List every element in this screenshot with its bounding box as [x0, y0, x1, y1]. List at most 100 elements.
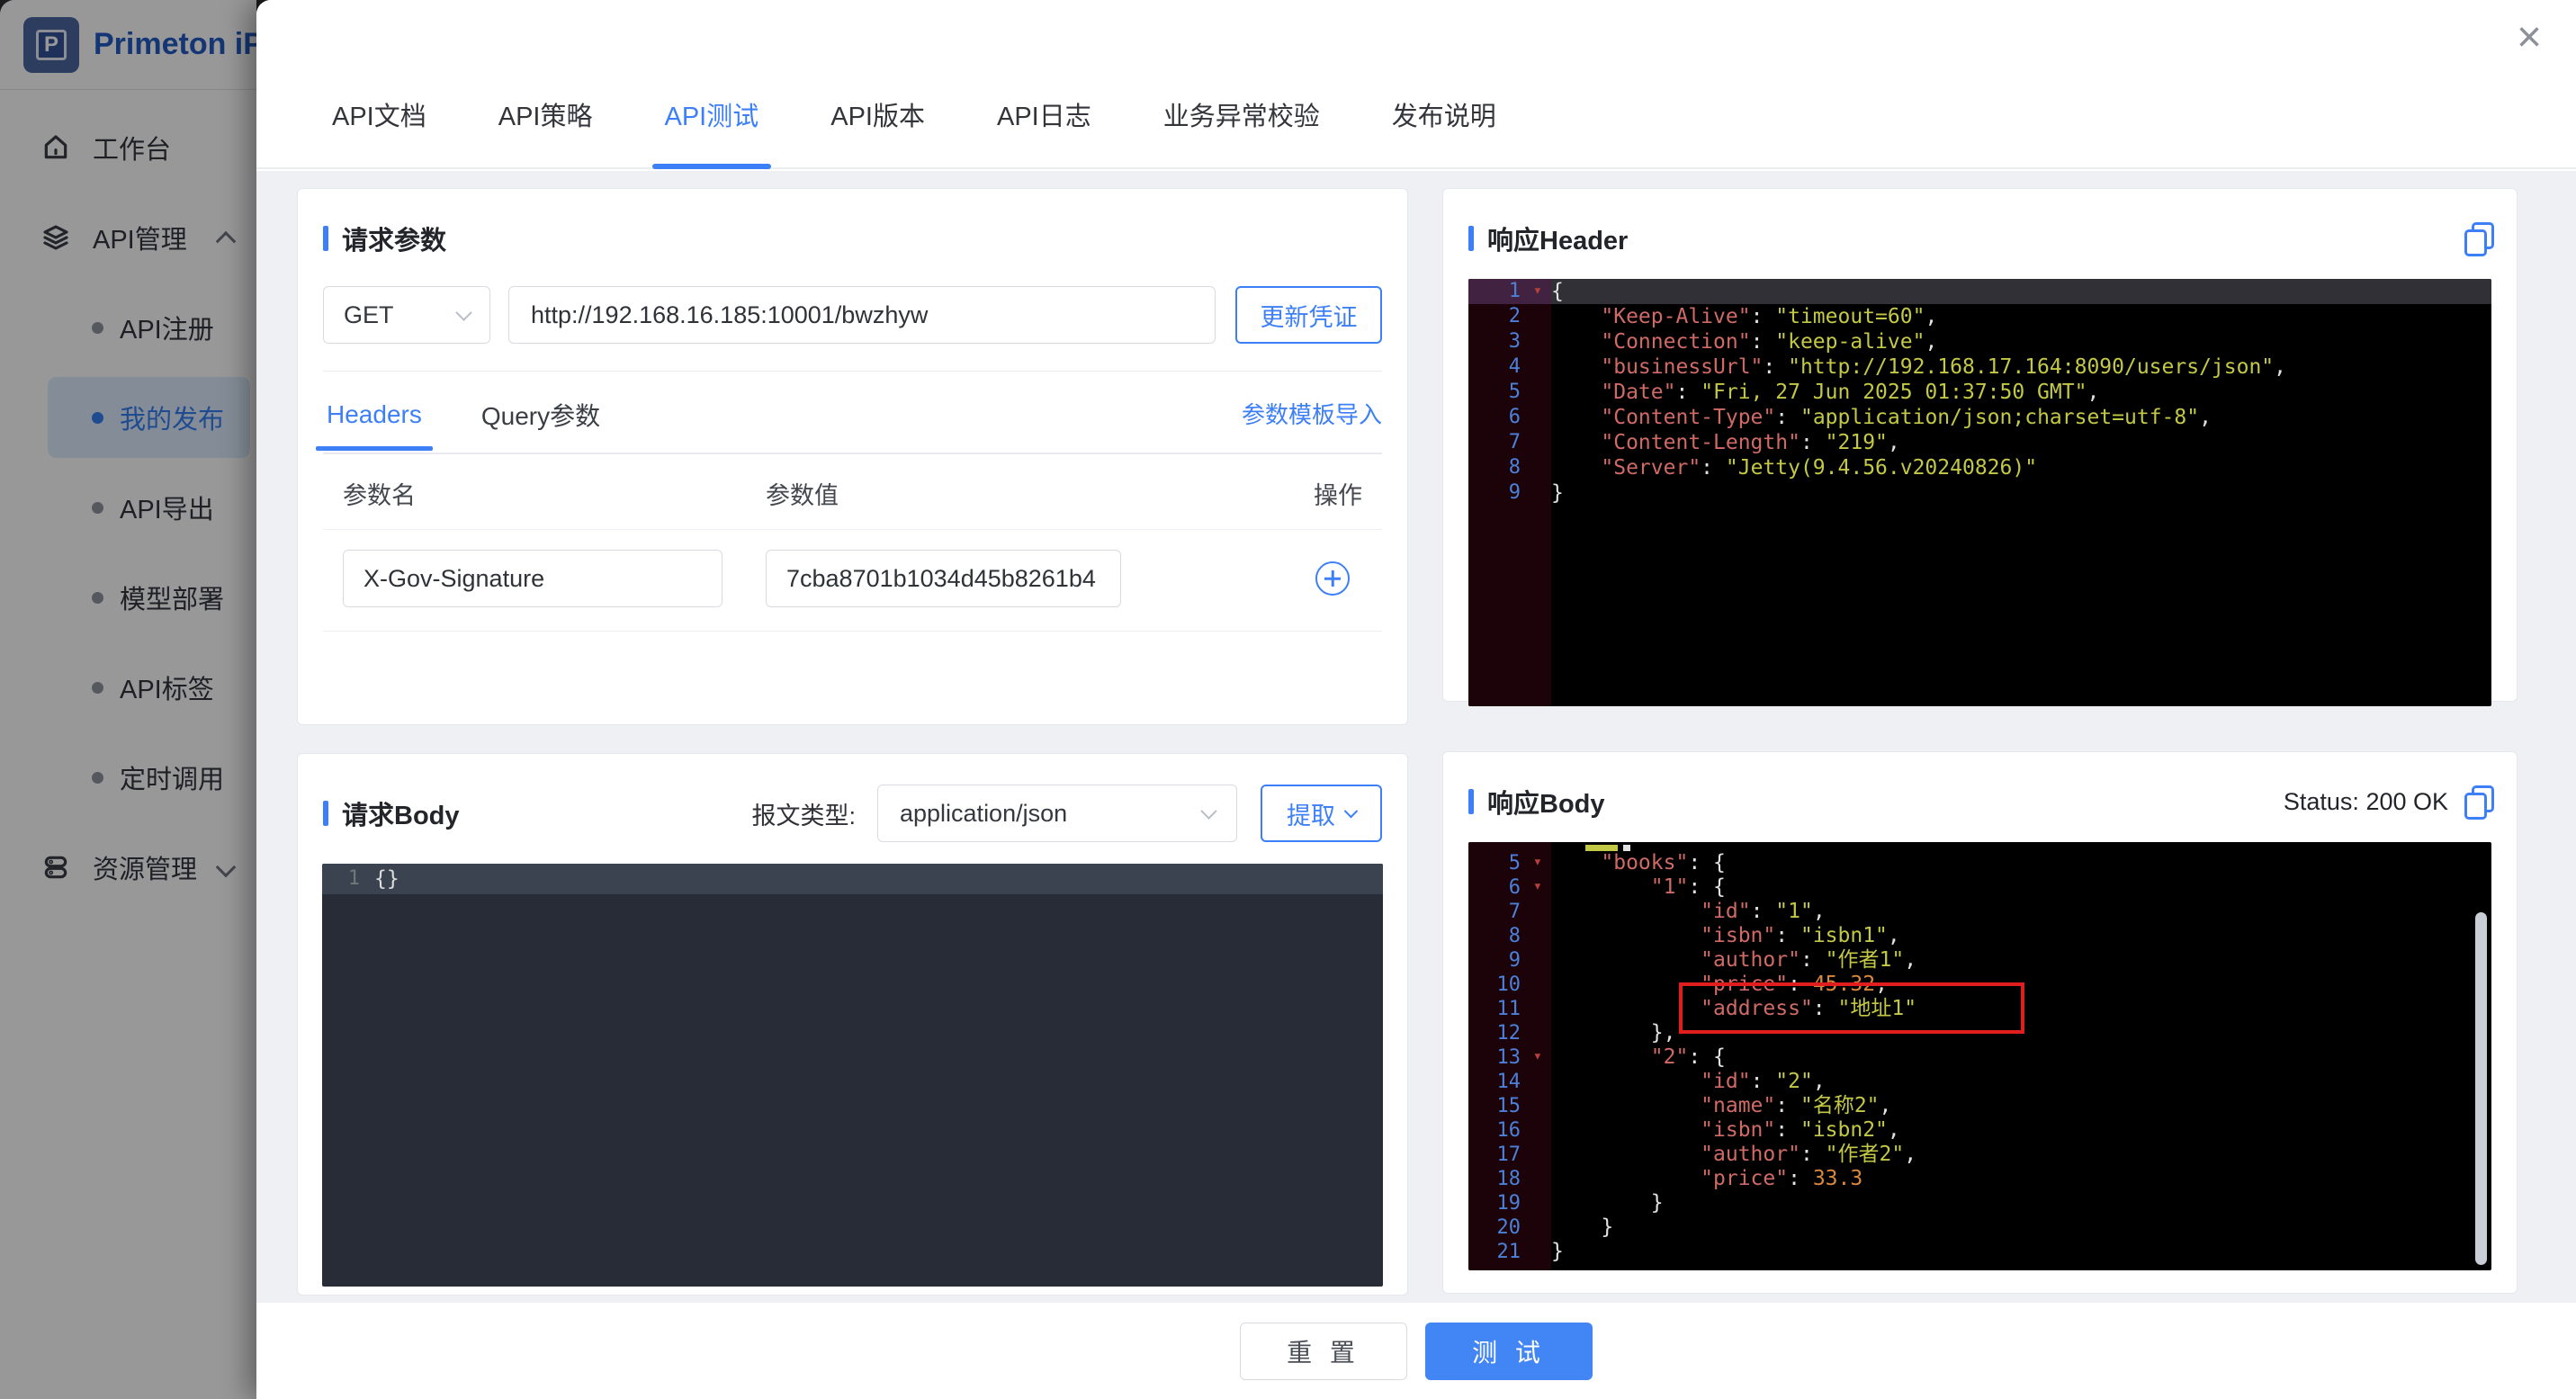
- code-text: },: [1551, 1021, 1675, 1045]
- tab-api-test[interactable]: API测试: [665, 95, 759, 167]
- modal-backdrop[interactable]: [0, 0, 256, 1399]
- close-icon[interactable]: ×: [2517, 16, 2542, 59]
- title-accent-bar: [1468, 226, 1474, 251]
- line-number: 3: [1468, 329, 1551, 354]
- tab-api-version[interactable]: API版本: [830, 95, 925, 167]
- status-badge: Status: 200 OK: [2284, 788, 2448, 816]
- line-number: 11: [1468, 997, 1551, 1021]
- tab-api-policy[interactable]: API策略: [498, 95, 593, 167]
- line-number: 9: [1468, 948, 1551, 973]
- response-header-card: 响应Header 1▾{2 "Keep-Alive": "timeout=60"…: [1442, 188, 2518, 702]
- code-line: 6▾ "1": {: [1468, 875, 2491, 900]
- extract-button[interactable]: 提取: [1261, 785, 1382, 842]
- code-line: 3 "Connection": "keep-alive",: [1468, 329, 2491, 354]
- add-param-icon[interactable]: [1315, 561, 1350, 596]
- content-type-select[interactable]: application/json: [877, 785, 1237, 842]
- line-number: 20: [1468, 1215, 1551, 1240]
- tab-api-log[interactable]: API日志: [997, 95, 1091, 167]
- line-number: 17: [1468, 1143, 1551, 1167]
- request-body-title: 请求Body: [323, 794, 460, 832]
- line-number: 12: [1468, 1021, 1551, 1045]
- request-body-editor[interactable]: 1{}: [322, 864, 1383, 1287]
- tab-api-doc[interactable]: API文档: [332, 95, 426, 167]
- code-line: 2 "Keep-Alive": "timeout=60",: [1468, 304, 2491, 329]
- code-line: 19 }: [1468, 1191, 2491, 1215]
- divider: [323, 371, 1382, 372]
- param-table-header: 参数名 参数值 操作: [323, 454, 1382, 530]
- code-line: 4 "businessUrl": "http://192.168.17.164:…: [1468, 354, 2491, 380]
- line-number: 9: [1468, 480, 1551, 506]
- line-number: 7: [1468, 430, 1551, 455]
- code-line: 15 "name": "名称2",: [1468, 1094, 2491, 1118]
- code-line: 9}: [1468, 480, 2491, 506]
- code-text: "1": {: [1551, 875, 1726, 900]
- code-line: 17 "author": "作者2",: [1468, 1143, 2491, 1167]
- code-line: 1{}: [322, 864, 1383, 894]
- code-line: 7 "id": "1",: [1468, 900, 2491, 924]
- code-line: 8 "isbn": "isbn1",: [1468, 924, 2491, 948]
- code-text: "books": {: [1551, 851, 1726, 875]
- test-button[interactable]: 测 试: [1425, 1323, 1593, 1380]
- line-number: 8: [1468, 924, 1551, 948]
- param-template-import-link[interactable]: 参数模板导入: [1242, 397, 1382, 430]
- line-number: 18: [1468, 1167, 1551, 1191]
- fold-arrow-icon[interactable]: ▾: [1533, 874, 1542, 899]
- drawer-content: 请求参数 GET 更新凭证 Headers Query参数 参数模板导入: [256, 171, 2576, 1303]
- response-body-card: 响应Body Status: 200 OK 5▾ "books": {6▾ "1…: [1442, 751, 2518, 1294]
- code-line: 20 }: [1468, 1215, 2491, 1240]
- code-text: {}: [374, 864, 399, 894]
- col-param-value: 参数值: [766, 476, 1263, 511]
- code-line: 7 "Content-Length": "219",: [1468, 430, 2491, 455]
- request-body-card: 请求Body 报文类型: application/json 提取 1{}: [297, 753, 1408, 1296]
- response-body-title: 响应Body: [1468, 783, 1605, 821]
- code-text: "id": "1",: [1551, 900, 1826, 924]
- line-number: 7: [1468, 900, 1551, 924]
- code-line: 14 "id": "2",: [1468, 1070, 2491, 1094]
- scrollbar-thumb[interactable]: [2475, 912, 2487, 1265]
- code-line: 5▾ "books": {: [1468, 851, 2491, 875]
- line-number: 14: [1468, 1070, 1551, 1094]
- code-text: {: [1551, 279, 1564, 304]
- code-line: 5 "Date": "Fri, 27 Jun 2025 01:37:50 GMT…: [1468, 380, 2491, 405]
- subtab-headers[interactable]: Headers: [323, 377, 426, 449]
- code-text: }: [1551, 1215, 1613, 1240]
- code-line: 1▾{: [1468, 279, 2491, 304]
- title-accent-bar: [323, 801, 328, 826]
- code-text: "price": 33.3: [1551, 1167, 1862, 1191]
- fold-arrow-icon[interactable]: ▾: [1533, 1045, 1542, 1069]
- line-number: 1: [322, 864, 374, 894]
- code-text: "2": {: [1551, 1045, 1726, 1070]
- tab-release-notes[interactable]: 发布说明: [1392, 95, 1496, 167]
- code-text: }: [1551, 480, 1564, 506]
- response-header-editor[interactable]: 1▾{2 "Keep-Alive": "timeout=60",3 "Conne…: [1468, 279, 2491, 706]
- code-text: "author": "作者1",: [1551, 948, 1916, 973]
- param-name-input[interactable]: [343, 550, 723, 607]
- copy-icon[interactable]: [2464, 222, 2491, 255]
- title-accent-bar: [323, 226, 328, 251]
- method-select[interactable]: GET: [323, 286, 490, 344]
- line-number: 5: [1468, 380, 1551, 405]
- col-param-name: 参数名: [343, 476, 766, 511]
- chevron-down-icon: [1344, 803, 1359, 818]
- clipped-code-line: [1468, 842, 2491, 851]
- copy-icon[interactable]: [2464, 785, 2491, 818]
- tab-business-exception-check[interactable]: 业务异常校验: [1163, 95, 1320, 167]
- line-number: 15: [1468, 1094, 1551, 1118]
- line-number: 6: [1468, 405, 1551, 430]
- fold-arrow-icon[interactable]: ▾: [1533, 279, 1542, 303]
- code-text: "name": "名称2",: [1551, 1094, 1891, 1118]
- response-body-editor[interactable]: 5▾ "books": {6▾ "1": {7 "id": "1",8 "isb…: [1468, 842, 2491, 1270]
- url-input[interactable]: [508, 286, 1216, 344]
- param-value-input[interactable]: [766, 550, 1121, 607]
- code-text: "isbn": "isbn2",: [1551, 1118, 1900, 1143]
- col-action: 操作: [1263, 476, 1362, 511]
- line-number: 2: [1468, 304, 1551, 329]
- update-credential-button[interactable]: 更新凭证: [1235, 286, 1382, 344]
- reset-button[interactable]: 重 置: [1240, 1323, 1407, 1380]
- fold-arrow-icon[interactable]: ▾: [1533, 850, 1542, 874]
- line-number: 13▾: [1468, 1045, 1551, 1070]
- title-accent-bar: [1468, 789, 1474, 814]
- line-number: 1▾: [1468, 279, 1551, 304]
- subtab-query-params[interactable]: Query参数: [478, 373, 604, 453]
- code-text: "Content-Type": "application/json;charse…: [1551, 405, 2212, 430]
